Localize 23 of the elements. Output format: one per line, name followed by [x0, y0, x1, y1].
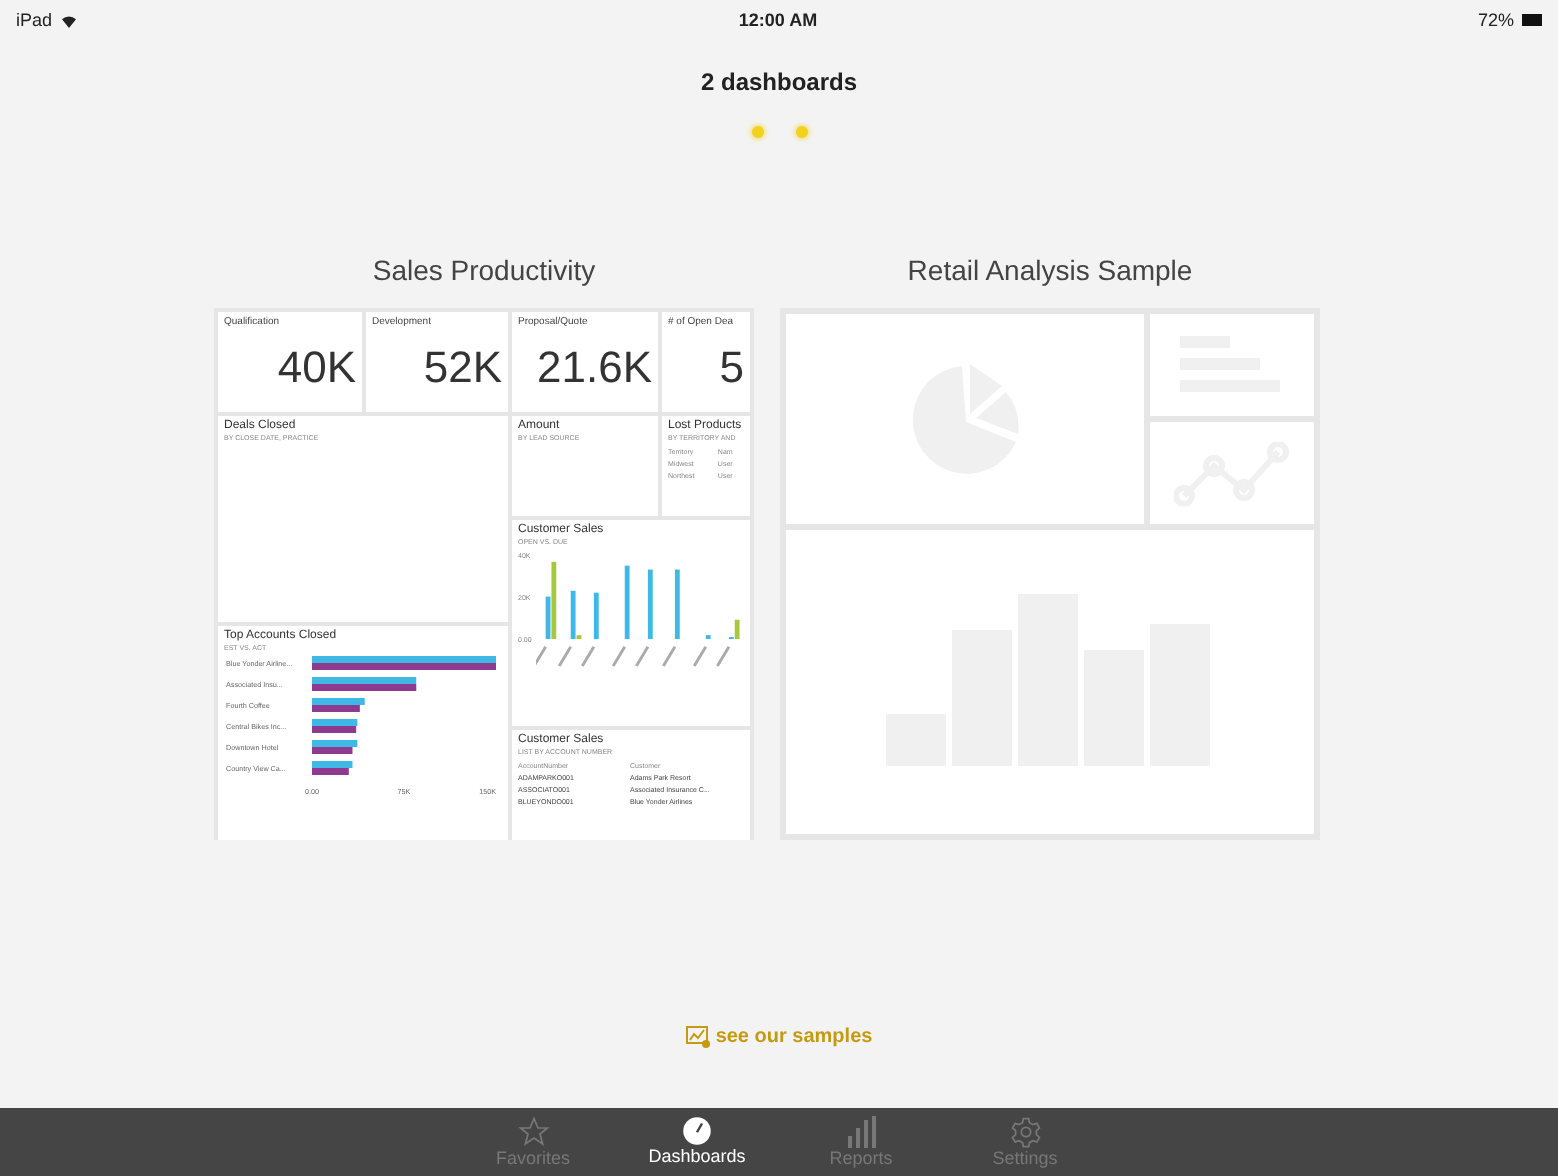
wifi-icon — [60, 13, 79, 27]
kpi-value: 21.6K — [535, 342, 652, 394]
dashboard-title: Retail Analysis Sample — [907, 254, 1193, 286]
gear-icon — [1009, 1116, 1041, 1148]
bar-chart-icon — [847, 1116, 875, 1148]
device-name: iPad — [16, 10, 53, 30]
kpi-value: 52K — [421, 342, 502, 394]
clock-time: 12:00 AM — [738, 10, 818, 30]
kpi-value: 5 — [717, 342, 744, 394]
page-dot[interactable] — [751, 126, 763, 138]
samples-link[interactable]: see our samples — [685, 1026, 873, 1048]
tab-bar-item[interactable]: Dashboards — [637, 1108, 757, 1176]
dashboard-thumbnail[interactable] — [214, 308, 754, 840]
page-dot[interactable] — [795, 126, 807, 138]
gauge-icon — [682, 1116, 712, 1146]
page-title: 2 dashboards — [698, 68, 860, 96]
picture-chart-icon — [685, 1026, 710, 1048]
dashboard-thumbnail[interactable] — [780, 308, 1320, 840]
battery-icon — [1522, 14, 1542, 26]
kpi-value: 40K — [275, 342, 356, 394]
battery-percent: 72% — [1477, 10, 1514, 30]
star-icon — [517, 1116, 549, 1148]
dashboard-title: Sales Productivity — [372, 254, 596, 286]
